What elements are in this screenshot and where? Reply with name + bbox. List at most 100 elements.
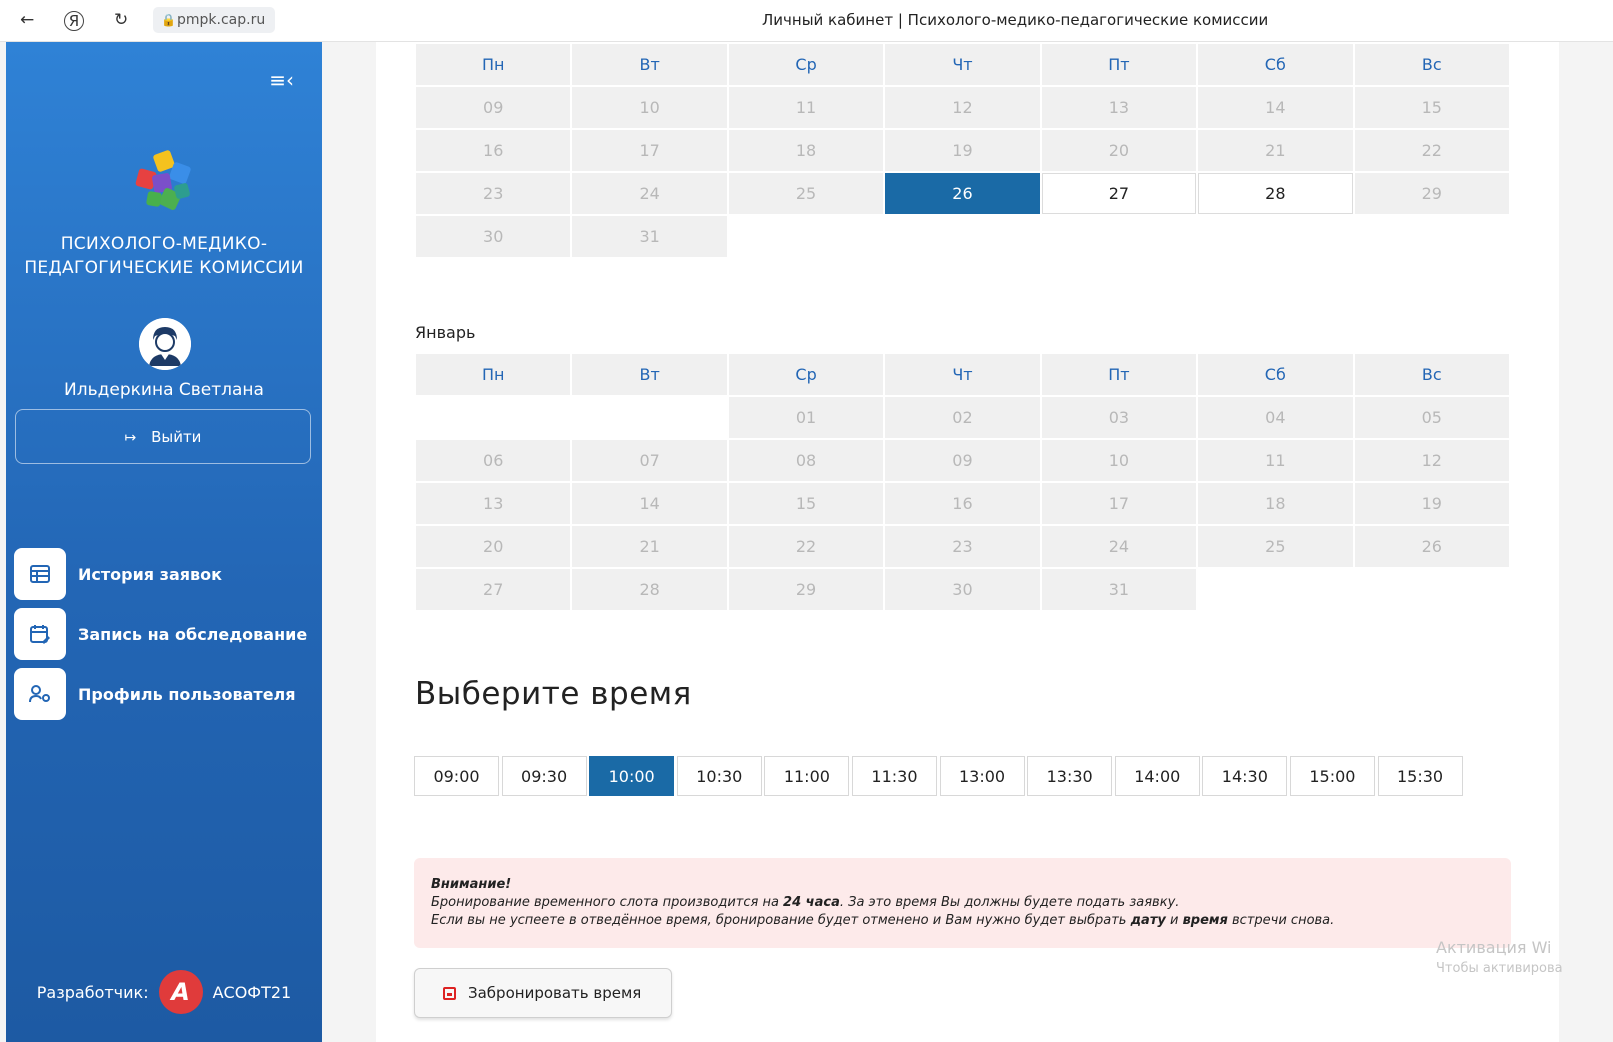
logout-label: Выйти — [151, 428, 202, 446]
developer-name[interactable]: АСОФТ21 — [213, 983, 292, 1002]
calendar-edit-icon — [14, 608, 66, 660]
alert-line2-tail: встречи снова. — [1227, 913, 1335, 928]
calendar-december: Пн Вт Ср Чт Пт Сб Вс 09 10 11 12 13 14 15 16 17 18 19 20 2… — [414, 42, 1511, 259]
calendar-day-available[interactable]: 27 — [1041, 173, 1197, 214]
calendar-day-unavailable: 21 — [1198, 130, 1353, 171]
reload-icon[interactable]: ↻ — [114, 10, 128, 30]
weekday-header: Вт — [572, 354, 727, 395]
back-icon[interactable]: ← — [20, 10, 34, 30]
time-slot[interactable]: 13:30 — [1027, 756, 1113, 796]
time-slot[interactable]: 14:00 — [1114, 756, 1200, 796]
time-slot[interactable]: 09:30 — [501, 756, 587, 796]
calendar-empty-cell — [1355, 216, 1509, 257]
scrollbar-track[interactable] — [1559, 42, 1613, 1042]
watermark-line1: Активация Wi — [1436, 938, 1552, 957]
calendar-day-unavailable: 13 — [416, 483, 571, 524]
calendar-day-unavailable: 13 — [1041, 87, 1197, 128]
calendar-day-unavailable: 23 — [885, 526, 1040, 567]
calendar-day-available[interactable]: 28 — [1198, 173, 1353, 214]
save-icon — [443, 986, 456, 1000]
calendar-day-unavailable: 15 — [1354, 87, 1509, 128]
alert-line2-text: Если вы не успеете в отведённое время, б… — [431, 913, 1131, 928]
calendar-day-unavailable: 09 — [416, 87, 571, 128]
calendar-empty-cell — [729, 216, 883, 257]
menu-item-profile[interactable]: Профиль пользователя — [14, 668, 314, 720]
user-settings-icon — [14, 668, 66, 720]
user-name: Ильдеркина Светлана — [64, 380, 264, 400]
weekday-header: Пн — [416, 44, 571, 85]
calendar-day-unavailable: 05 — [1354, 397, 1509, 438]
menu-item-booking-label: Запись на обследование — [78, 624, 308, 644]
calendar-day-unavailable: 29 — [728, 569, 884, 610]
table-icon — [14, 548, 66, 600]
calendar-day-unavailable: 24 — [1041, 526, 1197, 567]
developer-logo-icon[interactable]: A — [158, 970, 203, 1014]
calendar-day-unavailable: 30 — [885, 569, 1040, 610]
weekday-header: Вс — [1354, 44, 1509, 85]
alert-line2-bold-time: время — [1182, 913, 1228, 928]
alert-line2: Если вы не успеете в отведённое время, б… — [431, 912, 1494, 930]
developer-logo-letter: A — [171, 978, 190, 1006]
time-slot[interactable]: 11:00 — [764, 756, 850, 796]
browser-toolbar: ← Я ↻ 🔒 pmpk.cap.ru Личный кабинет | Пси… — [0, 0, 1613, 42]
time-slot[interactable]: 15:00 — [1289, 756, 1375, 796]
month-label-january: Январь — [415, 323, 476, 342]
calendar-empty-cell — [416, 397, 570, 438]
user-avatar-icon — [139, 318, 191, 370]
calendar-day-unavailable: 22 — [728, 526, 884, 567]
calendar-day-selected[interactable]: 26 — [885, 173, 1040, 214]
attention-alert: Внимание! Бронирование временного слота … — [414, 858, 1511, 948]
address-bar[interactable]: 🔒 pmpk.cap.ru — [153, 7, 276, 33]
url-text: pmpk.cap.ru — [177, 12, 266, 28]
sidebar: ≡‹ ПСИХОЛОГО-МЕДИКО- ПЕДАГОГИЧЕСКИЕ КОМИ… — [6, 42, 322, 1042]
avatar[interactable] — [139, 318, 191, 370]
puzzle-logo-icon — [135, 150, 191, 210]
calendar-empty-cell — [885, 216, 1039, 257]
calendar-day-unavailable: 12 — [1354, 440, 1509, 481]
calendar-day-unavailable: 16 — [885, 483, 1040, 524]
calendar-day-unavailable: 22 — [1354, 130, 1509, 171]
weekday-header: Сб — [1198, 44, 1353, 85]
book-time-button[interactable]: Забронировать время — [414, 968, 672, 1018]
time-slot[interactable]: 13:00 — [939, 756, 1025, 796]
time-slot-selected[interactable]: 10:00 — [589, 756, 675, 796]
weekday-header: Ср — [728, 354, 884, 395]
time-slot[interactable]: 10:30 — [676, 756, 762, 796]
calendar-day-unavailable: 21 — [572, 526, 727, 567]
book-time-label: Забронировать время — [468, 984, 642, 1002]
time-slot[interactable]: 11:30 — [851, 756, 937, 796]
calendar-day-unavailable: 26 — [1354, 526, 1509, 567]
time-slot[interactable]: 15:30 — [1377, 756, 1463, 796]
weekday-header: Пн — [416, 354, 571, 395]
collapse-menu-icon[interactable]: ≡‹ — [269, 68, 294, 92]
calendar-day-unavailable: 29 — [1354, 173, 1509, 214]
alert-line1-tail: . За это время Вы должны будете подать з… — [839, 895, 1180, 910]
calendar-day-unavailable: 10 — [1041, 440, 1197, 481]
calendar-day-unavailable: 03 — [1041, 397, 1197, 438]
watermark-line2: Чтобы активирова — [1436, 961, 1563, 976]
time-slot[interactable]: 09:00 — [414, 756, 499, 796]
menu-item-history[interactable]: История заявок — [14, 548, 314, 600]
calendar-day-unavailable: 20 — [416, 526, 571, 567]
menu-item-booking[interactable]: Запись на обследование — [14, 608, 314, 660]
calendar-empty-cell — [1042, 216, 1196, 257]
calendar-empty-cell — [1198, 569, 1352, 610]
calendar-day-unavailable: 19 — [1354, 483, 1509, 524]
calendar-day-unavailable: 07 — [572, 440, 727, 481]
alert-title: Внимание! — [431, 877, 512, 892]
logout-button[interactable]: ↦ Выйти — [15, 409, 311, 464]
time-slot[interactable]: 14:30 — [1202, 756, 1288, 796]
alert-line1-bold: 24 часа — [783, 895, 840, 910]
calendar-day-unavailable: 15 — [728, 483, 884, 524]
alert-line1: Бронирование временного слота производит… — [431, 894, 1494, 912]
yandex-icon[interactable]: Я — [64, 11, 84, 31]
developer-credit: Разработчик: A АСОФТ21 — [6, 962, 322, 1022]
calendar-day-unavailable: 23 — [416, 173, 571, 214]
calendar-day-unavailable: 24 — [572, 173, 727, 214]
calendar-day-unavailable: 01 — [728, 397, 884, 438]
alert-line2-and: и — [1165, 913, 1183, 928]
lock-icon: 🔒 — [161, 13, 176, 27]
calendar-day-unavailable: 27 — [416, 569, 571, 610]
calendar-day-unavailable: 14 — [572, 483, 727, 524]
calendar-empty-cell — [572, 397, 726, 438]
